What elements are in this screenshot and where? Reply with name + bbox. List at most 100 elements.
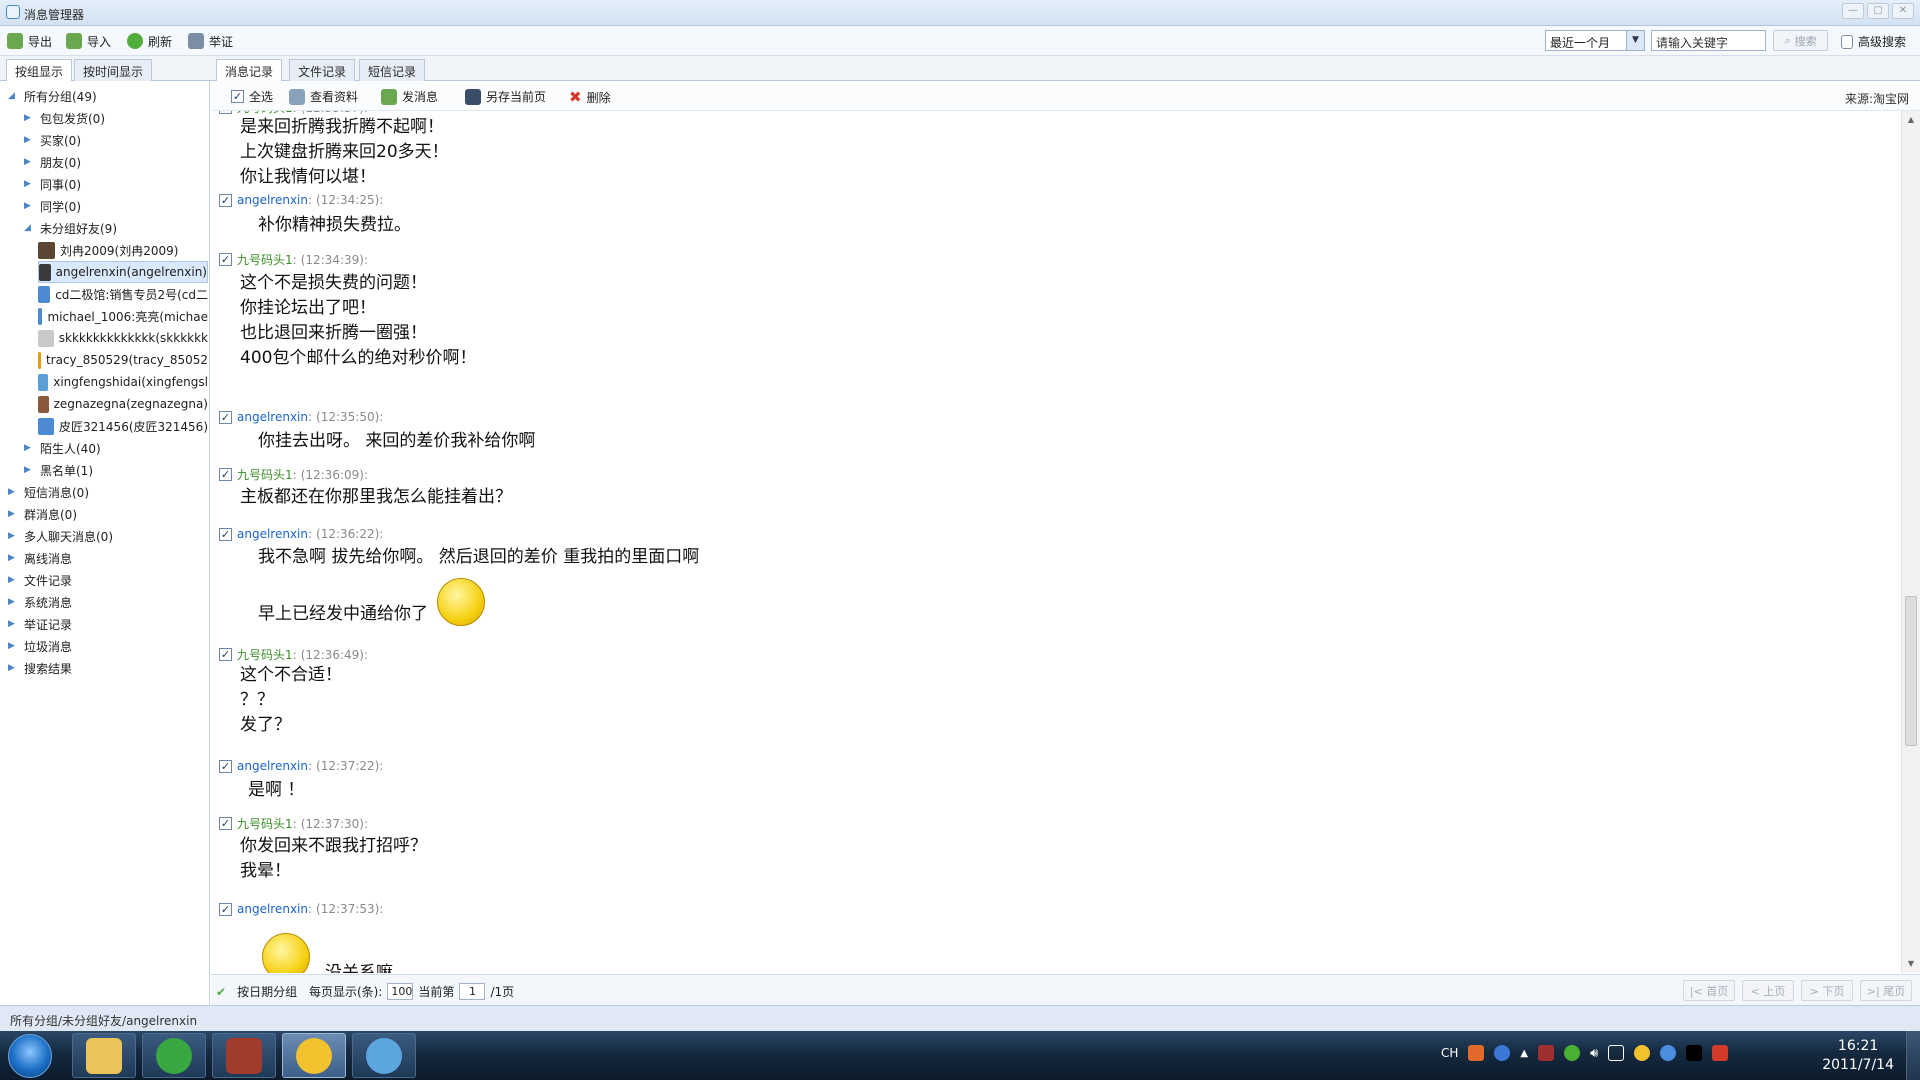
close-button[interactable]: ✕ xyxy=(1892,3,1914,19)
collapsed-arrow-icon[interactable]: ▶ xyxy=(8,619,18,629)
message-checkbox[interactable]: ✓ xyxy=(219,527,232,541)
tree-item[interactable]: ▶ 系统消息 xyxy=(8,591,208,613)
tree-item[interactable]: ▶ 举证记录 xyxy=(8,613,208,635)
app-tray-icon[interactable] xyxy=(1686,1045,1703,1061)
taskbar-messenger[interactable] xyxy=(352,1033,416,1078)
tab-group-view[interactable]: 按组显示 xyxy=(6,59,73,82)
import-button[interactable]: 导入 xyxy=(66,32,111,50)
collapsed-arrow-icon[interactable]: ▶ xyxy=(24,113,34,123)
sender-name[interactable]: angelrenxin xyxy=(237,759,308,773)
sender-name[interactable]: angelrenxin xyxy=(237,193,308,207)
network-icon[interactable] xyxy=(1608,1045,1625,1061)
view-profile-button[interactable]: 查看资料 xyxy=(289,88,358,105)
tree-item[interactable]: skkkkkkkkkkkkk(skkkkkk xyxy=(38,327,208,349)
tree-item[interactable]: ▶ 朋友(0) xyxy=(24,151,208,173)
security-icon[interactable] xyxy=(1538,1045,1555,1061)
sender-name[interactable]: 九号码头1 xyxy=(237,251,293,268)
tree-item[interactable]: xingfengshidai(xingfengsl xyxy=(38,371,208,393)
maximize-button[interactable]: ▢ xyxy=(1867,3,1889,19)
send-message-button[interactable]: 发消息 xyxy=(381,88,438,105)
collapsed-arrow-icon[interactable]: ▶ xyxy=(8,553,18,563)
qq-tray-icon[interactable] xyxy=(1634,1045,1651,1061)
taskbar-explorer[interactable] xyxy=(72,1033,136,1078)
tree-item[interactable]: ▶ 离线消息 xyxy=(8,547,208,569)
tray-expand-icon[interactable]: ▲ xyxy=(1520,1048,1528,1059)
message-checkbox[interactable]: ✓ xyxy=(219,111,232,114)
sender-name[interactable]: 九号码头1 xyxy=(237,815,293,832)
report-button[interactable]: 举证 xyxy=(188,32,233,50)
message-checkbox[interactable]: ✓ xyxy=(219,902,232,916)
collapsed-arrow-icon[interactable]: ▶ xyxy=(24,179,34,189)
show-desktop-button[interactable] xyxy=(1906,1031,1920,1080)
tree-item[interactable]: ▶ 同学(0) xyxy=(24,195,208,217)
prev-page-button[interactable]: < 上页 xyxy=(1742,980,1794,1001)
tree-item[interactable]: ▶ 陌生人(40) xyxy=(24,437,208,459)
tree-item[interactable]: ▶ 买家(0) xyxy=(24,129,208,151)
flag-icon[interactable] xyxy=(1712,1045,1729,1061)
clock[interactable]: 16:21 2011/7/14 xyxy=(1822,1037,1894,1075)
collapsed-arrow-icon[interactable]: ▶ xyxy=(8,597,18,607)
collapsed-arrow-icon[interactable]: ▶ xyxy=(8,663,18,673)
collapsed-arrow-icon[interactable]: ▶ xyxy=(24,443,34,453)
sender-name[interactable]: angelrenxin xyxy=(237,902,308,916)
update-icon[interactable] xyxy=(1564,1045,1581,1061)
scroll-up-icon[interactable]: ▲ xyxy=(1905,114,1917,126)
tree-item[interactable]: ▶ 搜索结果 xyxy=(8,657,208,679)
message-checkbox[interactable]: ✓ xyxy=(219,193,232,207)
group-by-date-toggle[interactable]: ✔ 按日期分组 xyxy=(216,983,297,1000)
tab-sms[interactable]: 短信记录 xyxy=(359,59,426,81)
tree-item[interactable]: zegnazegna(zegnazegna) xyxy=(38,393,208,415)
collapsed-arrow-icon[interactable]: ▶ xyxy=(8,531,18,541)
tree-item[interactable]: ▶ 多人聊天消息(0) xyxy=(8,525,208,547)
last-page-button[interactable]: >| 尾页 xyxy=(1860,980,1912,1001)
first-page-button[interactable]: |< 首页 xyxy=(1683,980,1735,1001)
tree-item[interactable]: cd二极馆:销售专员2号(cd二 xyxy=(38,283,208,305)
collapsed-arrow-icon[interactable]: ▶ xyxy=(24,465,34,475)
help-icon[interactable] xyxy=(1494,1045,1511,1061)
tree-item[interactable]: ◢ 所有分组(49) xyxy=(8,85,208,107)
tree-item[interactable]: tracy_850529(tracy_85052 xyxy=(38,349,208,371)
tree-item[interactable]: ▶ 群消息(0) xyxy=(8,503,208,525)
select-all-checkbox[interactable]: ✓ 全选 xyxy=(231,88,273,105)
tab-messages[interactable]: 消息记录 xyxy=(216,59,283,82)
expanded-arrow-icon[interactable]: ◢ xyxy=(8,91,18,101)
tree-item[interactable]: 刘冉2009(刘冉2009) xyxy=(38,239,208,261)
tree-item[interactable]: ▶ 包包发货(0) xyxy=(24,107,208,129)
export-button[interactable]: 导出 xyxy=(7,32,52,50)
message-checkbox[interactable]: ✓ xyxy=(219,253,232,266)
scroll-thumb[interactable] xyxy=(1905,596,1917,746)
messenger-tray-icon[interactable] xyxy=(1660,1045,1677,1061)
sender-name[interactable]: angelrenxin xyxy=(237,410,308,424)
volume-icon[interactable]: 🔊︎ xyxy=(1590,1046,1598,1061)
tree-item[interactable]: ▶ 垃圾消息 xyxy=(8,635,208,657)
tree-item[interactable]: ▶ 文件记录 xyxy=(8,569,208,591)
scroll-down-icon[interactable]: ▼ xyxy=(1905,958,1917,970)
tree-item[interactable]: michael_1006:亮亮(michae xyxy=(38,305,208,327)
collapsed-arrow-icon[interactable]: ▶ xyxy=(8,487,18,497)
language-indicator[interactable]: CH xyxy=(1441,1046,1458,1060)
tree-item[interactable]: ▶ 短信消息(0) xyxy=(8,481,208,503)
taskbar-browser[interactable] xyxy=(142,1033,206,1078)
save-page-button[interactable]: 另存当前页 xyxy=(465,88,546,105)
tree-item[interactable]: ◢ 未分组好友(9) xyxy=(24,217,208,239)
message-checkbox[interactable]: ✓ xyxy=(219,648,232,661)
tree-item[interactable]: angelrenxin(angelrenxin) xyxy=(38,261,208,283)
search-button[interactable]: ⌕ 搜索 xyxy=(1773,30,1828,51)
start-button[interactable] xyxy=(8,1034,52,1078)
collapsed-arrow-icon[interactable]: ▶ xyxy=(24,201,34,211)
tree-item[interactable]: ▶ 同事(0) xyxy=(24,173,208,195)
collapsed-arrow-icon[interactable]: ▶ xyxy=(8,641,18,651)
tab-files[interactable]: 文件记录 xyxy=(289,59,356,81)
tree-item[interactable]: 皮匠321456(皮匠321456) xyxy=(38,415,208,437)
minimize-button[interactable]: — xyxy=(1842,3,1864,19)
collapsed-arrow-icon[interactable]: ▶ xyxy=(24,135,34,145)
expanded-arrow-icon[interactable]: ◢ xyxy=(24,223,34,233)
sender-name[interactable]: 九号码头1 xyxy=(237,466,293,483)
date-range-select[interactable]: 最近一个月 ▼ xyxy=(1545,30,1645,51)
message-checkbox[interactable]: ✓ xyxy=(219,468,232,481)
tab-time-view[interactable]: 按时间显示 xyxy=(74,59,153,81)
page-input[interactable]: 1 xyxy=(459,983,486,1000)
collapsed-arrow-icon[interactable]: ▶ xyxy=(8,509,18,519)
refresh-button[interactable]: 刷新 xyxy=(127,32,172,50)
ime-icon[interactable] xyxy=(1468,1045,1485,1061)
